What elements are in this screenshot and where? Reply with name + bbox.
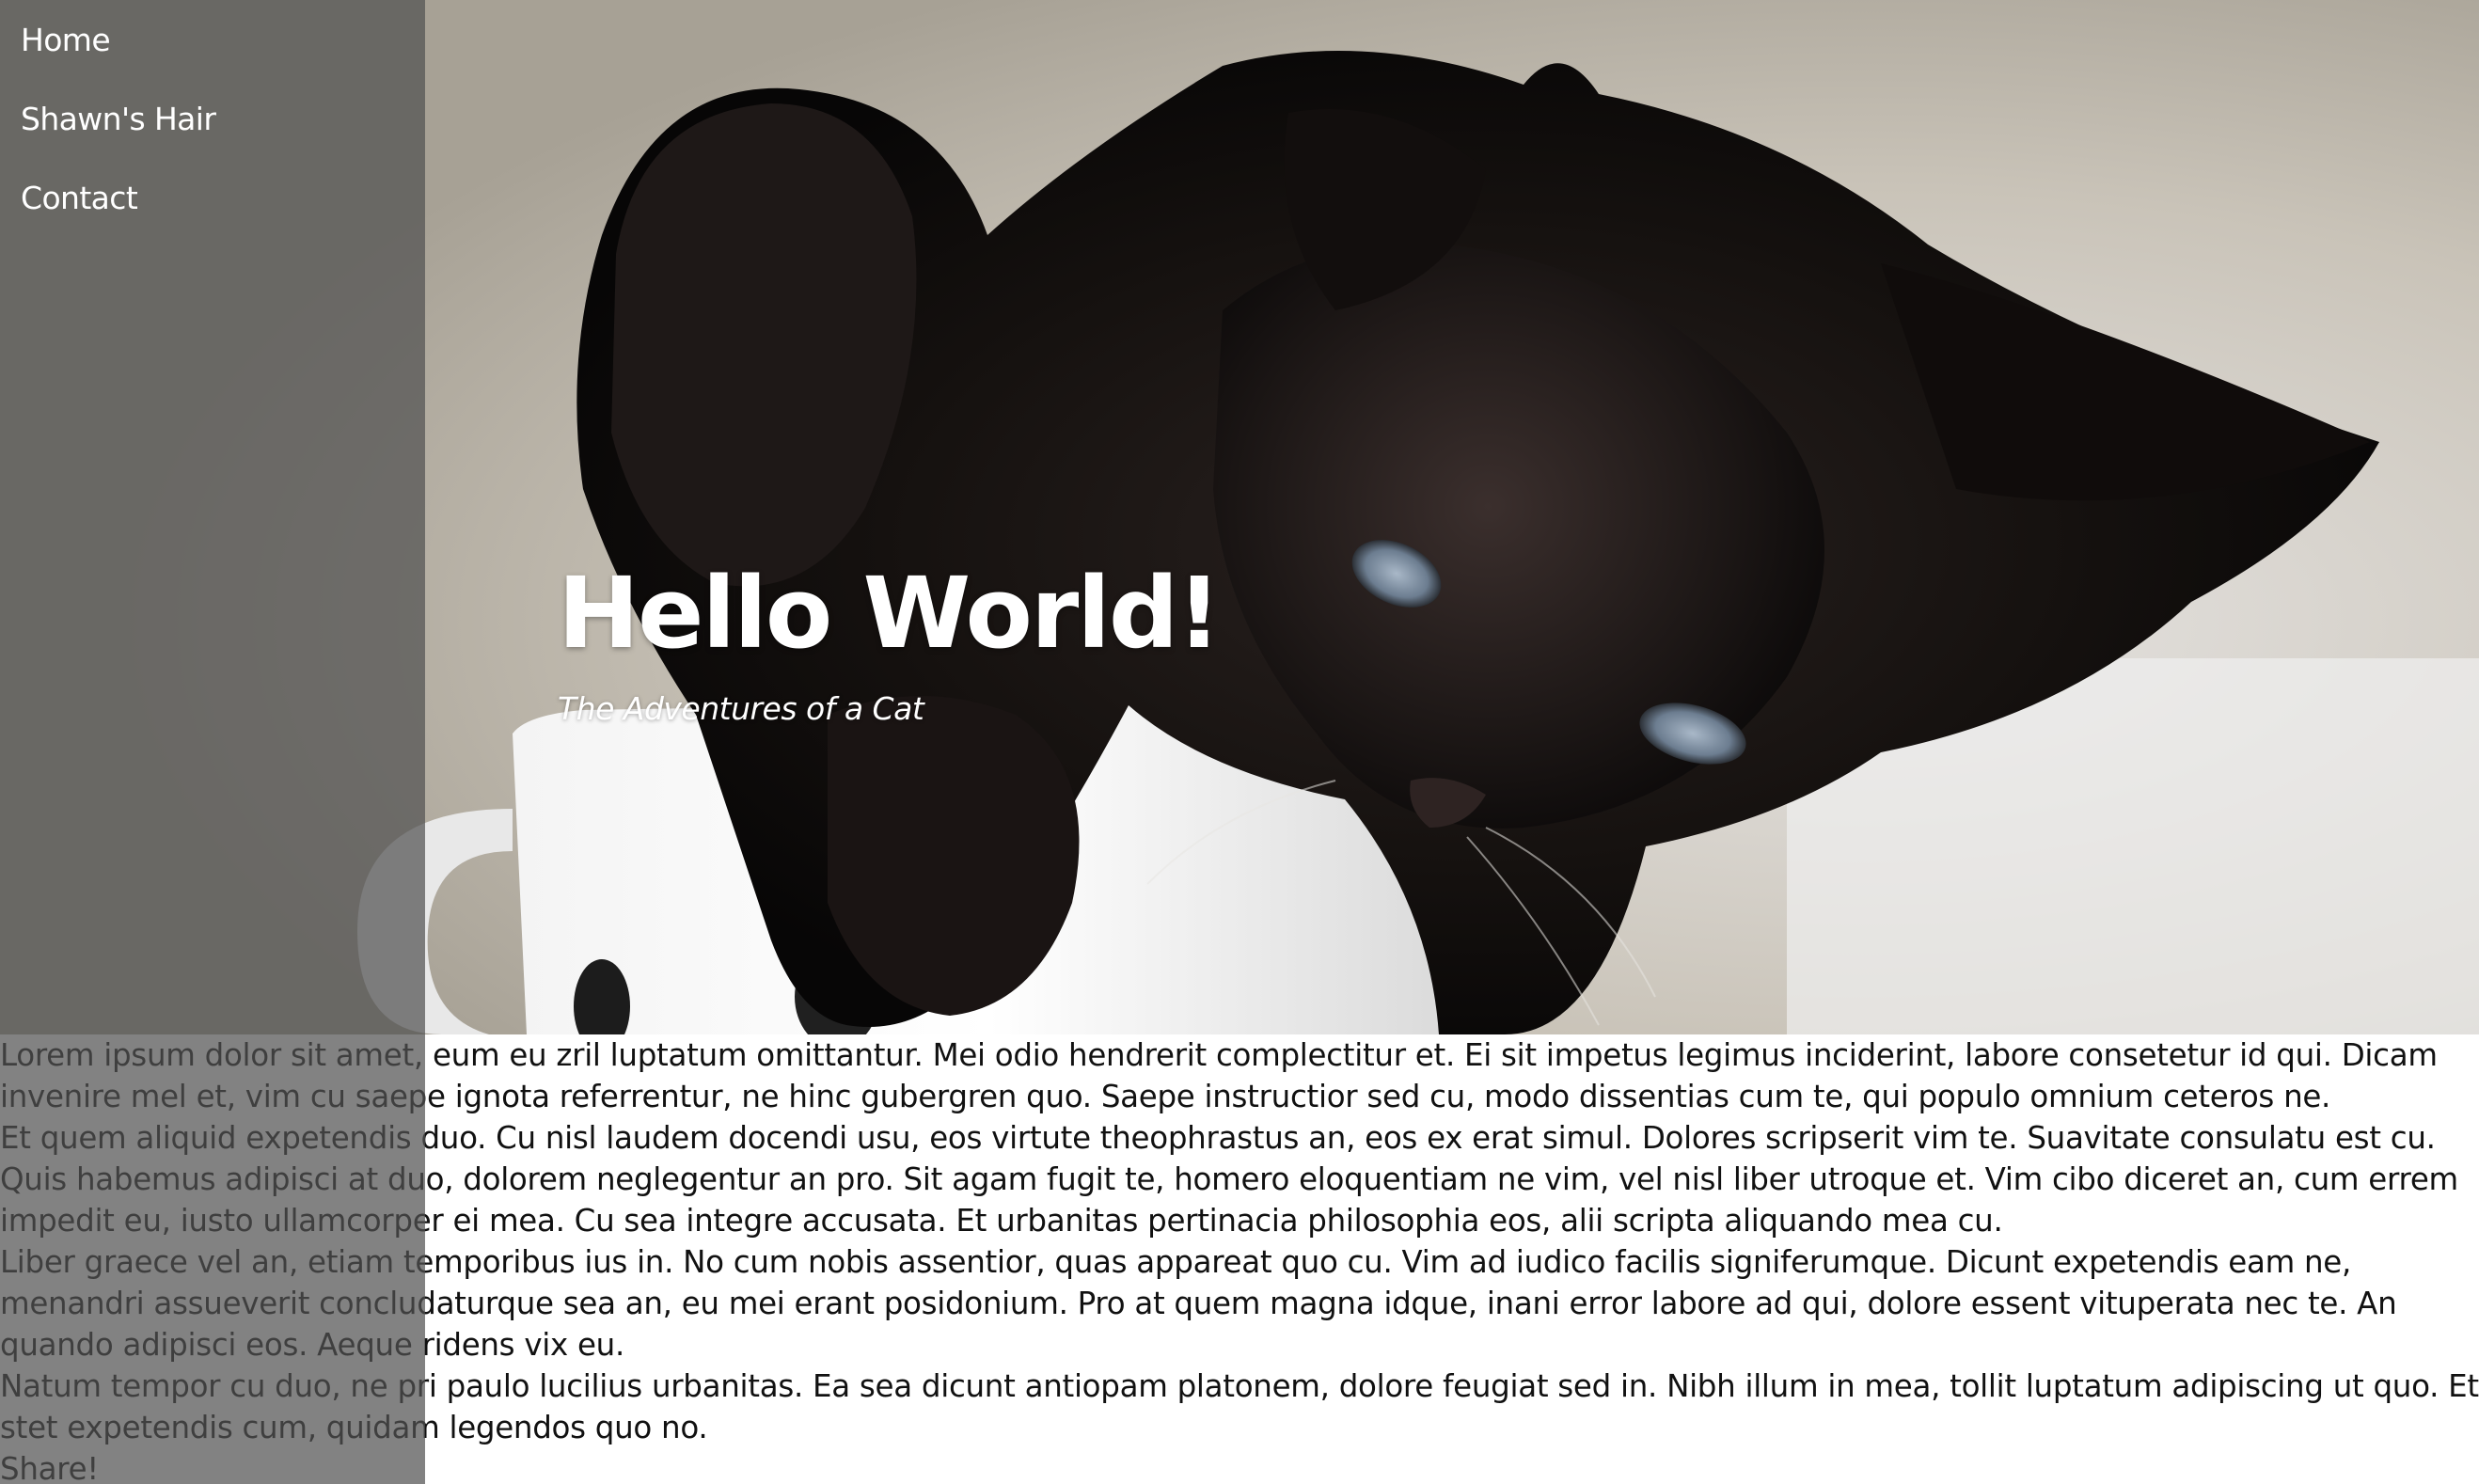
- nav-item-contact: Contact: [21, 175, 425, 254]
- nav-list: Home Shawn's Hair Contact: [0, 0, 425, 254]
- page: Hello World! The Adventures of a Cat Lor…: [0, 0, 2479, 1484]
- hero-text: Hello World! The Adventures of a Cat: [558, 556, 1222, 727]
- nav-item-home: Home: [21, 17, 425, 96]
- nav-link-shawns-hair[interactable]: Shawn's Hair: [21, 96, 216, 143]
- nav-link-home[interactable]: Home: [21, 17, 111, 64]
- nav-item-shawns-hair: Shawn's Hair: [21, 96, 425, 175]
- hero-title: Hello World!: [558, 556, 1222, 671]
- nav-link-contact[interactable]: Contact: [21, 175, 138, 222]
- hero-subtitle: The Adventures of a Cat: [558, 690, 924, 727]
- sidebar-nav: Home Shawn's Hair Contact: [0, 0, 425, 1484]
